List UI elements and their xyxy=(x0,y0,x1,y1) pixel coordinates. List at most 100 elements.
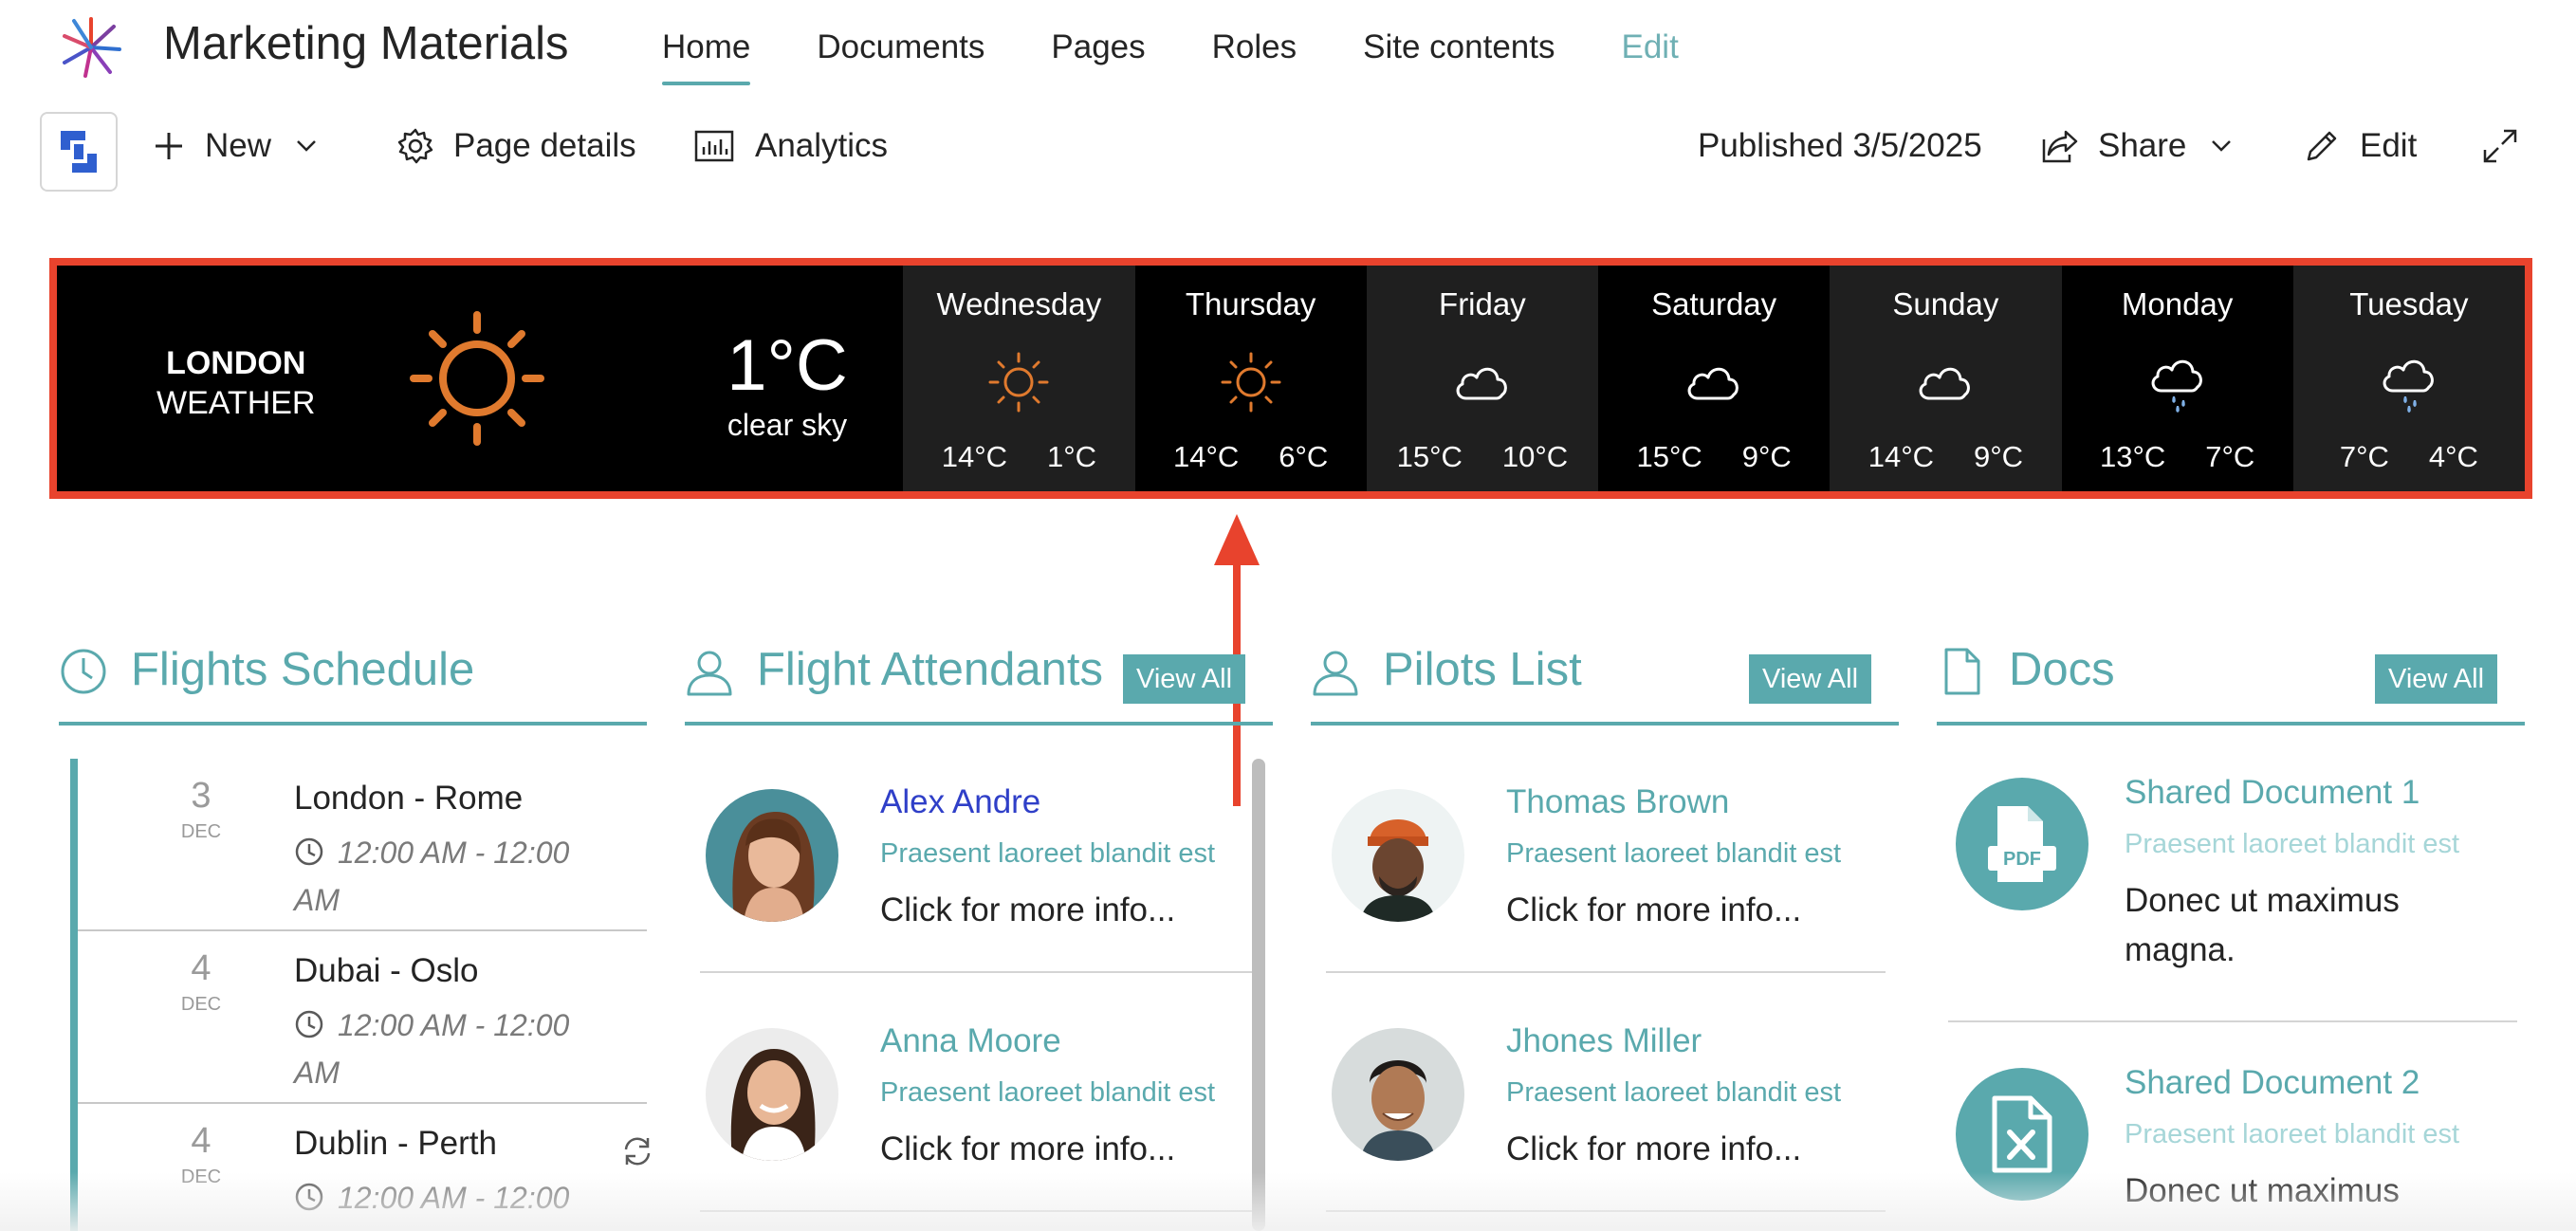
new-label: New xyxy=(205,127,272,164)
section-header: Flights Schedule xyxy=(59,635,647,726)
pilot-subtitle: Praesent laoreet blandit est xyxy=(1506,838,1842,869)
forecast-day: Thursday 14°C 6°C xyxy=(1134,266,1367,491)
cloud-icon xyxy=(1687,367,1739,400)
edit-button[interactable]: Edit xyxy=(2303,127,2417,165)
attendant-name[interactable]: Anna Moore xyxy=(880,1022,1061,1060)
weather-caption: WEATHER xyxy=(156,385,316,421)
current-weather-desc: clear sky xyxy=(727,408,848,442)
site-logo-icon[interactable] xyxy=(57,13,125,82)
nav-roles[interactable]: Roles xyxy=(1212,28,1297,85)
attendants-scrollbar[interactable] xyxy=(1252,759,1265,1231)
document-icon xyxy=(1944,648,1980,695)
pilot-card[interactable]: Thomas Brown Praesent laoreet blandit es… xyxy=(1326,759,1889,996)
person-icon xyxy=(687,651,732,696)
attendant-name[interactable]: Alex Andre xyxy=(880,783,1040,821)
chevron-down-icon xyxy=(297,140,316,152)
flight-time-text: 12:00 AM - 12:00 xyxy=(338,1181,570,1215)
document-description: Donec ut maximus xyxy=(2125,1172,2400,1209)
nav-edit[interactable]: Edit xyxy=(1621,28,1678,85)
view-all-button[interactable]: View All xyxy=(1123,654,1246,704)
excel-file-icon xyxy=(1956,1068,2088,1201)
rain-cloud-icon xyxy=(2383,359,2434,413)
avatar xyxy=(1332,789,1464,922)
forecast-day: Friday 15°C 10°C xyxy=(1366,266,1598,491)
flight-route[interactable]: Dubai - Oslo xyxy=(294,952,479,990)
page-details-button[interactable]: Page details xyxy=(396,127,636,165)
app-launcher-button[interactable] xyxy=(40,112,118,192)
pilots-list-section: Pilots List View All Thomas Brown Praese… xyxy=(1311,635,1899,1231)
flight-item[interactable]: 4 DEC Dublin - Perth 12:00 AM - 12:00 xyxy=(78,1104,651,1231)
cloud-icon xyxy=(1456,367,1507,400)
divider xyxy=(1326,971,1886,973)
forecast-day-name: Sunday xyxy=(1892,286,1999,322)
forecast-day-name: Thursday xyxy=(1185,286,1316,322)
forecast-high: 14°C xyxy=(1172,440,1240,473)
pilot-name[interactable]: Jhones Miller xyxy=(1506,1022,1702,1060)
flight-day: 4 xyxy=(191,948,212,988)
more-info-link[interactable]: Click for more info... xyxy=(880,891,1175,929)
analytics-button[interactable]: Analytics xyxy=(694,127,888,165)
site-title[interactable]: Marketing Materials xyxy=(163,17,569,70)
divider xyxy=(700,971,1260,973)
flight-item[interactable]: 3 DEC London - Rome 12:00 AM - 12:00 AM xyxy=(78,759,647,931)
share-icon xyxy=(2042,130,2078,163)
flight-route[interactable]: London - Rome xyxy=(294,780,523,818)
nav-home[interactable]: Home xyxy=(662,28,751,85)
flight-time-text: 12:00 AM - 12:00 AM xyxy=(294,1008,570,1090)
flight-route[interactable]: Dublin - Perth xyxy=(294,1125,497,1163)
expand-icon xyxy=(2483,129,2517,163)
section-title: Flights Schedule xyxy=(131,644,475,695)
pilot-name[interactable]: Thomas Brown xyxy=(1506,783,1729,821)
section-header: Flight Attendants View All xyxy=(685,635,1273,726)
attendant-subtitle: Praesent laoreet blandit est xyxy=(880,1077,1216,1108)
sync-icon[interactable] xyxy=(618,1132,656,1170)
more-info-link[interactable]: Click for more info... xyxy=(1506,1130,1801,1168)
view-all-button[interactable]: View All xyxy=(2375,654,2498,704)
more-info-link[interactable]: Click for more info... xyxy=(880,1130,1175,1168)
more-info-link[interactable]: Click for more info... xyxy=(1506,891,1801,929)
document-name[interactable]: Shared Document 1 xyxy=(2125,774,2420,812)
new-button[interactable]: New xyxy=(152,127,317,165)
person-icon xyxy=(1313,651,1358,696)
nav-site-contents[interactable]: Site contents xyxy=(1363,28,1555,85)
flight-item[interactable]: 4 DEC Dubai - Oslo 12:00 AM - 12:00 AM xyxy=(78,931,647,1104)
forecast-low: 9°C xyxy=(1741,440,1792,473)
flight-month: DEC xyxy=(180,1167,222,1187)
forecast-day-name: Friday xyxy=(1439,286,1526,322)
pilot-card[interactable]: Jhones Miller Praesent laoreet blandit e… xyxy=(1326,998,1889,1231)
command-bar: New Page details Analytics Published 3/5… xyxy=(0,106,2576,197)
section-header: Docs View All xyxy=(1937,635,2525,726)
document-description: Donec ut maximus magna. xyxy=(2125,882,2400,968)
sun-icon xyxy=(410,311,544,446)
document-name[interactable]: Shared Document 2 xyxy=(2125,1064,2420,1102)
section-header: Pilots List View All xyxy=(1311,635,1899,726)
plus-icon xyxy=(156,133,182,159)
forecast-high: 15°C xyxy=(1396,440,1463,473)
attendant-card[interactable]: Anna Moore Praesent laoreet blandit est … xyxy=(700,998,1263,1231)
section-title: Flight Attendants xyxy=(757,644,1104,695)
share-button[interactable]: Share xyxy=(2041,127,2232,165)
share-label: Share xyxy=(2098,127,2187,164)
expand-button[interactable] xyxy=(2481,127,2519,165)
current-weather: LONDON WEATHER 1°C clear sky xyxy=(57,266,904,491)
document-subtitle: Praesent laoreet blandit est xyxy=(2125,829,2460,859)
forecast-low: 1°C xyxy=(1046,440,1097,473)
flight-time: 12:00 AM - 12:00 AM xyxy=(294,829,616,924)
current-temperature: 1°C clear sky xyxy=(673,330,901,443)
flight-time: 12:00 AM - 12:00 AM xyxy=(294,1001,616,1096)
app-logo-icon xyxy=(61,131,97,173)
avatar xyxy=(706,789,838,922)
flight-time: 12:00 AM - 12:00 xyxy=(294,1174,616,1222)
pencil-icon xyxy=(2307,131,2337,161)
page-details-label: Page details xyxy=(453,127,636,164)
nav-documents[interactable]: Documents xyxy=(817,28,984,85)
nav-pages[interactable]: Pages xyxy=(1051,28,1145,85)
view-all-button[interactable]: View All xyxy=(1749,654,1872,704)
pilot-subtitle: Praesent laoreet blandit est xyxy=(1506,1077,1842,1108)
forecast-day: Monday 13°C 7°C xyxy=(2061,266,2293,491)
attendant-card[interactable]: Alex Andre Praesent laoreet blandit est … xyxy=(700,759,1263,996)
forecast-day: Sunday 14°C 9°C xyxy=(1830,266,2062,491)
avatar xyxy=(706,1028,838,1161)
forecast-day-name: Tuesday xyxy=(2349,286,2469,322)
cloud-icon xyxy=(1919,367,1971,400)
